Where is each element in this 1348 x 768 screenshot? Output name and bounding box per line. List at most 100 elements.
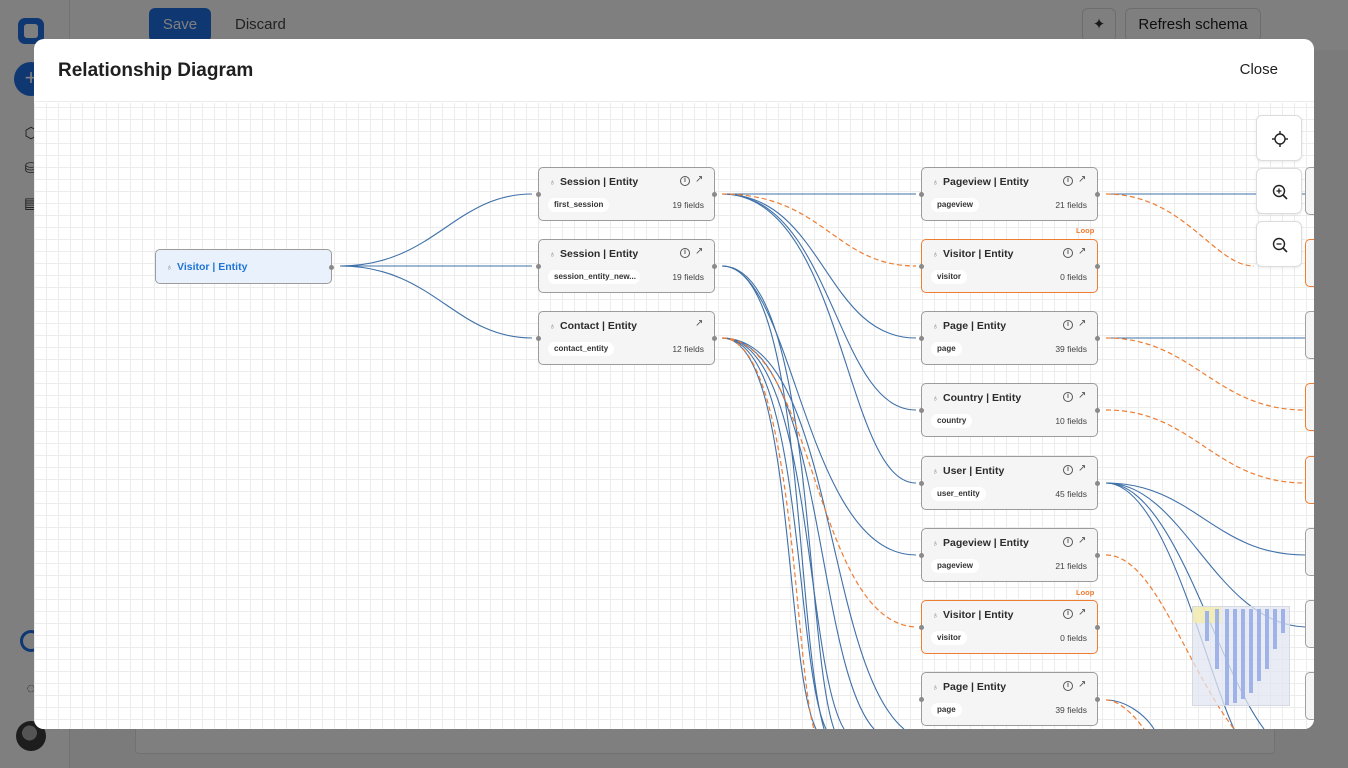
node-port[interactable] — [712, 264, 717, 269]
node-visitor-loop-2[interactable]: ♁ Visitor | Entity i ↗ visitor 0 fields — [919, 600, 1100, 654]
external-link-icon[interactable]: ↗ — [1078, 536, 1088, 546]
node-contact[interactable]: ♁ Contact | Entity ↗ contact_entity 12 fi… — [536, 311, 717, 365]
node-title: Visitor | Entity — [943, 609, 1014, 621]
node-port[interactable] — [1095, 336, 1100, 341]
node-session-new[interactable]: ♁ Session | Entity i ↗ session_entity_new… — [536, 239, 717, 293]
loop-edge — [1105, 337, 1306, 411]
info-icon[interactable]: i — [1063, 465, 1073, 475]
node-pill: user_entity — [931, 487, 986, 501]
node-offscreen[interactable] — [1305, 311, 1314, 359]
node-port[interactable] — [1095, 481, 1100, 486]
edge — [721, 193, 917, 411]
edge — [721, 193, 917, 484]
minimap-node — [1249, 609, 1253, 693]
node-pill: country — [931, 414, 973, 428]
zoom-in-button[interactable] — [1256, 168, 1302, 214]
flask-icon: ♁ — [549, 177, 556, 187]
zoom-out-icon — [1272, 237, 1288, 253]
node-country[interactable]: ♁ Country | Entity i ↗ country 10 fields — [919, 383, 1100, 437]
close-button[interactable]: Close — [1240, 61, 1278, 78]
external-link-icon[interactable]: ↗ — [1078, 680, 1088, 690]
node-offscreen[interactable] — [1305, 456, 1314, 504]
flask-icon: ♁ — [549, 249, 556, 259]
node-port[interactable] — [712, 336, 717, 341]
node-session-first[interactable]: ♁ Session | Entity i ↗ first_session 19 f… — [536, 167, 717, 221]
node-page[interactable]: ♁ Page | Entity i ↗ page 39 fields — [919, 311, 1100, 365]
node-port[interactable] — [919, 625, 924, 630]
minimap[interactable] — [1192, 606, 1290, 706]
node-field-count: 39 fields — [1055, 344, 1087, 354]
node-port[interactable] — [1095, 264, 1100, 269]
external-link-icon[interactable]: ↗ — [1078, 175, 1088, 185]
modal-title: Relationship Diagram — [58, 60, 254, 81]
edge — [1105, 699, 1155, 729]
external-link-icon[interactable]: ↗ — [695, 319, 705, 329]
node-offscreen[interactable] — [1305, 383, 1314, 431]
node-title: Page | Entity — [943, 320, 1007, 332]
node-offscreen[interactable] — [1305, 672, 1314, 720]
node-port[interactable] — [329, 265, 334, 270]
node-port[interactable] — [536, 192, 541, 197]
node-port[interactable] — [919, 192, 924, 197]
flask-icon: ♁ — [549, 321, 556, 331]
info-icon[interactable]: i — [1063, 681, 1073, 691]
info-icon[interactable]: i — [680, 176, 690, 186]
node-pill: session_entity_new... — [548, 270, 640, 284]
node-title: Visitor | Entity — [177, 261, 248, 273]
node-port[interactable] — [536, 264, 541, 269]
node-offscreen[interactable] — [1305, 167, 1314, 215]
minimap-node — [1205, 611, 1209, 641]
node-user[interactable]: ♁ User | Entity i ↗ user_entity 45 fields — [919, 456, 1100, 510]
node-port[interactable] — [1095, 625, 1100, 630]
diagram-canvas[interactable]: ♁ Visitor | Entity ♁ Session | Entity i ↗ … — [34, 103, 1314, 729]
node-port[interactable] — [536, 336, 541, 341]
external-link-icon[interactable]: ↗ — [1078, 608, 1088, 618]
external-link-icon[interactable]: ↗ — [695, 247, 705, 257]
info-icon[interactable]: i — [1063, 320, 1073, 330]
node-title: User | Entity — [943, 465, 1005, 477]
info-icon[interactable]: i — [1063, 609, 1073, 619]
node-port[interactable] — [1095, 553, 1100, 558]
node-port[interactable] — [1095, 697, 1100, 702]
node-port[interactable] — [919, 408, 924, 413]
node-visitor-root[interactable]: ♁ Visitor | Entity — [155, 249, 334, 284]
node-offscreen[interactable] — [1305, 528, 1314, 576]
relationship-diagram-modal: Relationship Diagram Close ♁ Visitor | E… — [34, 39, 1314, 729]
node-port[interactable] — [919, 336, 924, 341]
node-port[interactable] — [1095, 408, 1100, 413]
minimap-node — [1281, 609, 1285, 633]
node-offscreen[interactable] — [1305, 600, 1314, 648]
info-icon[interactable]: i — [1063, 248, 1073, 258]
node-pill: visitor — [931, 631, 968, 645]
node-port[interactable] — [919, 553, 924, 558]
info-icon[interactable]: i — [1063, 176, 1073, 186]
node-field-count: 21 fields — [1055, 561, 1087, 571]
node-page-2[interactable]: ♁ Page | Entity i ↗ page 39 fields — [919, 672, 1100, 726]
external-link-icon[interactable]: ↗ — [1078, 247, 1088, 257]
edge — [1105, 482, 1306, 556]
external-link-icon[interactable]: ↗ — [1078, 464, 1088, 474]
edge — [339, 193, 533, 267]
node-port[interactable] — [919, 481, 924, 486]
node-port[interactable] — [1095, 192, 1100, 197]
external-link-icon[interactable]: ↗ — [1078, 391, 1088, 401]
node-offscreen[interactable] — [1305, 239, 1314, 287]
info-icon[interactable]: i — [1063, 537, 1073, 547]
recenter-button[interactable] — [1256, 115, 1302, 161]
external-link-icon[interactable]: ↗ — [695, 175, 705, 185]
node-title: Pageview | Entity — [943, 537, 1029, 549]
loop-edge — [1105, 409, 1306, 484]
edge — [721, 265, 825, 729]
node-visitor-loop[interactable]: ♁ Visitor | Entity i ↗ visitor 0 fields — [919, 239, 1100, 293]
zoom-out-button[interactable] — [1256, 221, 1302, 267]
edge — [721, 265, 917, 556]
node-pageview-2[interactable]: ♁ Pageview | Entity i ↗ pageview 21 field… — [919, 528, 1100, 582]
node-pageview[interactable]: ♁ Pageview | Entity i ↗ pageview 21 field… — [919, 167, 1100, 221]
info-icon[interactable]: i — [1063, 392, 1073, 402]
node-title: Contact | Entity — [560, 320, 638, 332]
external-link-icon[interactable]: ↗ — [1078, 319, 1088, 329]
node-port[interactable] — [712, 192, 717, 197]
node-port[interactable] — [919, 697, 924, 702]
info-icon[interactable]: i — [680, 248, 690, 258]
node-port[interactable] — [919, 264, 924, 269]
